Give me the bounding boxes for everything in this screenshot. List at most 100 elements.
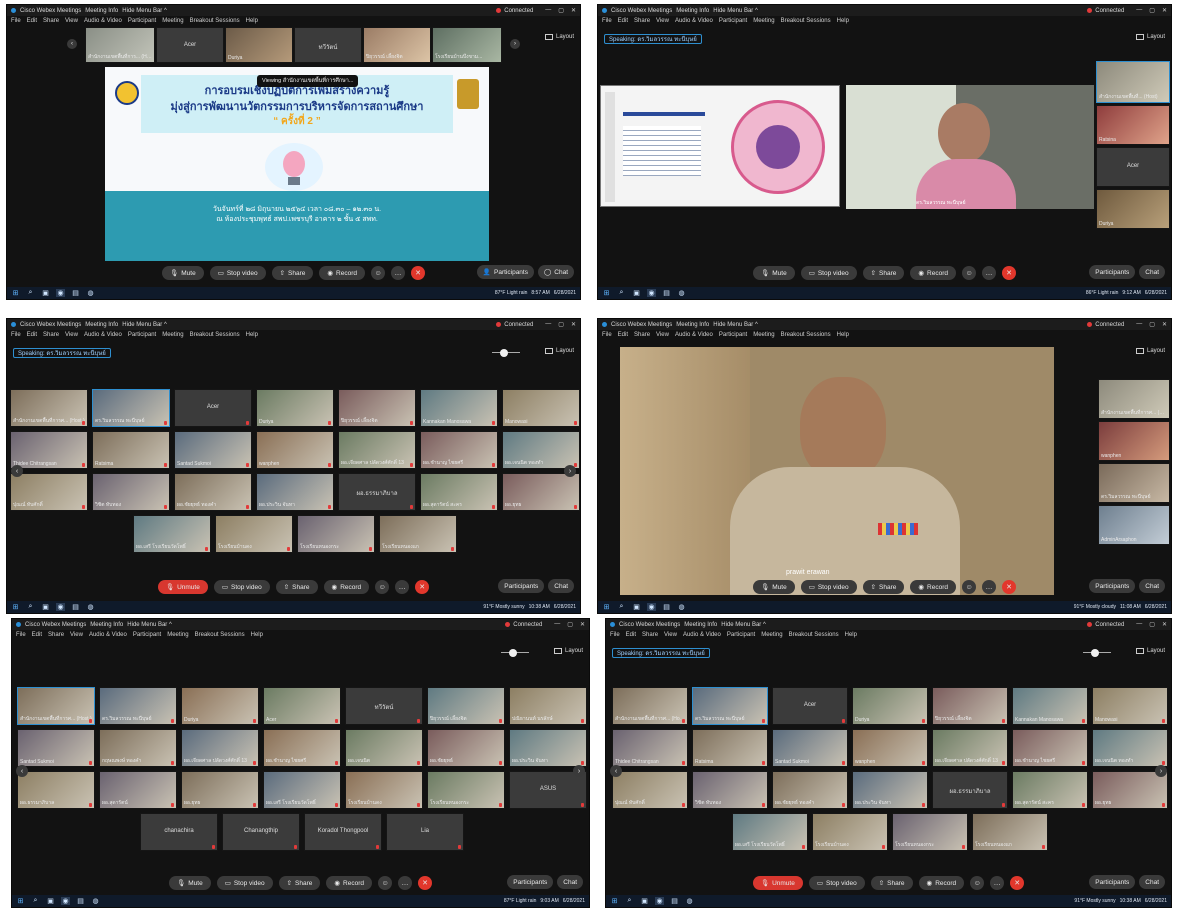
stop-video-button[interactable]: ▭ Stop video: [800, 266, 857, 280]
end-call-button[interactable]: ✕: [415, 580, 430, 594]
video-tile[interactable]: ผอ.เจียดศาล ปลัดวงศ์ศักดิ์ 13: [338, 431, 416, 469]
video-tile[interactable]: Ratsima: [92, 431, 170, 469]
stop-video-button[interactable]: ▭ Stop video: [209, 266, 266, 280]
video-tile[interactable]: ปิยุวรรณ์ เลี้ยงจิต: [932, 687, 1008, 725]
chrome-icon[interactable]: ◍: [677, 603, 686, 611]
more-button[interactable]: …: [395, 580, 410, 594]
video-tile[interactable]: Manowasi: [502, 389, 580, 427]
video-tile[interactable]: กฤษณพงษ์ ทองคำ: [99, 729, 177, 767]
video-tile[interactable]: ผอ.เจนนิต ทองทำ: [1092, 729, 1168, 767]
menu-participant[interactable]: Participant: [128, 18, 156, 24]
next-page-icon[interactable]: ›: [1155, 765, 1167, 777]
video-tile[interactable]: ปิยุวรรณ์ เลี้ยงจิต: [338, 389, 416, 427]
menu-view[interactable]: View: [65, 18, 78, 24]
folder-icon[interactable]: ▤: [662, 289, 671, 297]
video-tile[interactable]: Acer: [174, 389, 252, 427]
share-button[interactable]: ⇧ Share: [278, 876, 321, 890]
share-button[interactable]: ⇧ Share: [862, 266, 905, 280]
prev-icon[interactable]: ‹: [67, 39, 77, 49]
video-tile[interactable]: ผอ.เจียดศาล ปลัดวงศ์ศักดิ์ 13: [181, 729, 259, 767]
video-tile[interactable]: โรงเรียนบ้านดง: [215, 515, 293, 553]
end-call-button[interactable]: ✕: [418, 876, 433, 890]
video-tile[interactable]: wanphen: [1098, 421, 1170, 461]
video-tile[interactable]: ปุณณ์ ทับศักดิ์: [612, 771, 688, 809]
video-tile[interactable]: ผอ.สุดารัตน์ สะคร: [420, 473, 498, 511]
video-tile[interactable]: ดร.วิมลวรรณ ทะนืบุษย์: [1098, 463, 1170, 503]
windows-start-icon[interactable]: ⊞: [610, 897, 619, 905]
video-tile[interactable]: ปิยุวรรณ์ เลี้ยงจิต: [427, 687, 505, 725]
video-tile[interactable]: โรงเรียนหนองกระ: [427, 771, 505, 809]
video-tile[interactable]: Acer: [156, 27, 224, 63]
folder-icon[interactable]: ▤: [76, 897, 85, 905]
record-button[interactable]: ◉ Record: [319, 266, 366, 280]
video-tile[interactable]: Thidee Chitrangsan: [612, 729, 688, 767]
search-icon[interactable]: ⌕: [31, 897, 40, 905]
video-tile[interactable]: Santad Sukmoi: [174, 431, 252, 469]
video-tile[interactable]: ผอ.สุดารัตน์ สะคร: [1012, 771, 1088, 809]
record-button[interactable]: ◉ Record: [910, 580, 957, 594]
layout-button[interactable]: Layout: [1135, 348, 1165, 354]
unmute-button[interactable]: 🎙 Unmute: [157, 580, 208, 594]
end-call-button[interactable]: ✕: [1002, 266, 1017, 280]
video-tile[interactable]: ปิยุวรรณ์ เลี้ยงจิต: [363, 27, 431, 63]
prev-page-icon[interactable]: ‹: [16, 765, 28, 777]
mute-button[interactable]: 🎙 Mute: [752, 580, 795, 594]
chrome-icon[interactable]: ◍: [685, 897, 694, 905]
share-button[interactable]: ⇧ Share: [275, 580, 318, 594]
video-tile[interactable]: ผอ.เสรี โรงเรียนวัดโพธิ์: [732, 813, 808, 851]
prev-page-icon[interactable]: ‹: [11, 465, 23, 477]
webex-taskbar-icon[interactable]: ◉: [56, 603, 65, 611]
video-tile[interactable]: wanphen: [256, 431, 334, 469]
menu-help[interactable]: Help: [246, 18, 258, 24]
video-tile[interactable]: Acer: [1096, 147, 1170, 187]
more-button[interactable]: …: [982, 266, 997, 280]
video-tile[interactable]: ผอ.เสรี โรงเรียนวัดโพธิ์: [133, 515, 211, 553]
more-button[interactable]: …: [990, 876, 1005, 890]
video-tile[interactable]: สำนักงานเขตพื้นที่การ... (Host,): [85, 27, 155, 63]
video-tile[interactable]: ผอ.ยุทธ: [502, 473, 580, 511]
video-tile[interactable]: ผอ.ยุทธ: [1092, 771, 1168, 809]
video-tile[interactable]: วิชิต ทับทอง: [92, 473, 170, 511]
video-tile[interactable]: Kannakan Manosawa: [1012, 687, 1088, 725]
video-tile[interactable]: ผอ.เสรี โรงเรียนวัดโพธิ์: [263, 771, 341, 809]
video-tile[interactable]: Duriya: [225, 27, 293, 63]
windows-start-icon[interactable]: ⊞: [16, 897, 25, 905]
participants-button[interactable]: Participants: [1089, 579, 1136, 593]
video-tile[interactable]: โรงเรียนหนองแก: [379, 515, 457, 553]
video-tile[interactable]: Duriya: [1096, 189, 1170, 229]
connection-status[interactable]: Connected: [496, 8, 533, 14]
video-tile[interactable]: Manowasi: [1092, 687, 1168, 725]
task-view-icon[interactable]: ▣: [46, 897, 55, 905]
more-button[interactable]: …: [391, 266, 406, 280]
participants-button[interactable]: Participants: [1089, 875, 1136, 889]
hide-menu[interactable]: Hide Menu Bar ^: [122, 8, 167, 14]
search-icon[interactable]: ⌕: [617, 289, 626, 297]
next-page-icon[interactable]: ›: [573, 765, 585, 777]
video-tile[interactable]: สำนักงานเขตพื้นที่การศ... (Host,): [612, 687, 688, 725]
video-tile[interactable]: Thidee Chitrangsan: [10, 431, 88, 469]
video-tile[interactable]: ผอ.เจียดศาล ปลัดวงศ์ศักดิ์ 13: [932, 729, 1008, 767]
window-controls[interactable]: — ▢ ✕: [1136, 321, 1167, 328]
reactions-button[interactable]: ☺: [378, 876, 393, 890]
end-call-button[interactable]: ✕: [1002, 580, 1017, 594]
search-icon[interactable]: ⌕: [26, 289, 35, 297]
chrome-icon[interactable]: ◍: [86, 289, 95, 297]
windows-start-icon[interactable]: ⊞: [602, 603, 611, 611]
record-button[interactable]: ◉ Record: [326, 876, 373, 890]
video-tile[interactable]: สำนักงานเขตพื้นที่การศ... (Host,): [17, 687, 95, 725]
video-tile[interactable]: Koradol Thongpool: [304, 813, 382, 851]
meeting-info[interactable]: Meeting Info: [85, 8, 118, 14]
video-tile[interactable]: wanphen: [852, 729, 928, 767]
video-tile[interactable]: Ratsima: [692, 729, 768, 767]
participants-button[interactable]: Participants: [1089, 265, 1136, 279]
participants-button[interactable]: Participants: [507, 875, 554, 889]
video-tile[interactable]: Lia: [386, 813, 464, 851]
stop-video-button[interactable]: ▭ Stop video: [800, 580, 857, 594]
more-button[interactable]: …: [982, 580, 997, 594]
unmute-button[interactable]: 🎙 Unmute: [752, 876, 803, 890]
video-tile[interactable]: ดร.วิมลวรรณ ทะนืบุษย์: [92, 389, 170, 427]
menu-share[interactable]: Share: [43, 18, 59, 24]
participants-button[interactable]: Participants: [498, 579, 545, 593]
video-tile[interactable]: สำนักงานเขตพื้นที่... (Host): [1096, 61, 1170, 103]
connection-status[interactable]: Connected: [1087, 322, 1124, 328]
